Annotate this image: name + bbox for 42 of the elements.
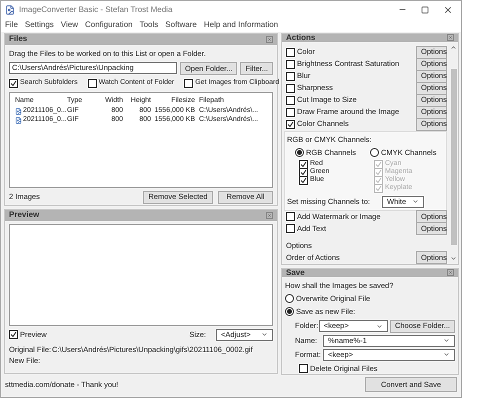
- maximize-icon[interactable]: [421, 6, 429, 14]
- checkbox[interactable]: [299, 364, 308, 373]
- panel-title: Actions: [286, 34, 316, 42]
- checkbox[interactable]: [9, 78, 18, 88]
- scroll-up-icon[interactable]: [450, 44, 457, 52]
- panel-title: Files: [9, 35, 28, 44]
- checkbox[interactable]: [286, 84, 295, 93]
- menu-item[interactable]: Software: [165, 19, 197, 32]
- checkbox[interactable]: [286, 212, 295, 222]
- scroll-thumb[interactable]: [450, 69, 456, 245]
- menu-item[interactable]: File: [5, 19, 18, 32]
- scroll-down-icon[interactable]: [450, 254, 457, 262]
- checkbox[interactable]: [299, 176, 308, 186]
- checkbox[interactable]: [184, 78, 194, 88]
- window-title: ImageConverter Basic - Stefan Trost Media: [19, 4, 172, 16]
- radio-button[interactable]: [295, 148, 304, 158]
- checkbox[interactable]: [286, 60, 295, 69]
- app-icon: [5, 4, 15, 15]
- chevron-icon: [376, 322, 383, 330]
- checkbox[interactable]: [286, 224, 295, 234]
- close-icon[interactable]: [443, 4, 453, 15]
- file-icon: [15, 116, 22, 124]
- checkbox[interactable]: [286, 120, 295, 129]
- menu-item[interactable]: View: [60, 19, 78, 32]
- panel-title: Save: [286, 268, 305, 277]
- checkbox[interactable]: [88, 78, 97, 88]
- radio-button[interactable]: [370, 148, 379, 158]
- radio-button[interactable]: [285, 294, 294, 304]
- menu-item[interactable]: Tools: [140, 19, 158, 32]
- menu-item[interactable]: Configuration: [85, 19, 133, 32]
- checkbox[interactable]: [286, 72, 295, 81]
- chevron-icon: [261, 331, 268, 338]
- checkbox[interactable]: [286, 108, 295, 117]
- menu-item[interactable]: Settings: [24, 19, 54, 32]
- file-icon: [15, 108, 22, 115]
- chevron-icon: [412, 198, 419, 206]
- radio-button[interactable]: [285, 307, 294, 316]
- checkbox[interactable]: [9, 330, 18, 340]
- checkbox[interactable]: [286, 48, 295, 57]
- panel-title: Preview: [9, 211, 40, 220]
- menu-item[interactable]: Help and Information: [204, 19, 278, 32]
- checkbox[interactable]: [286, 96, 295, 105]
